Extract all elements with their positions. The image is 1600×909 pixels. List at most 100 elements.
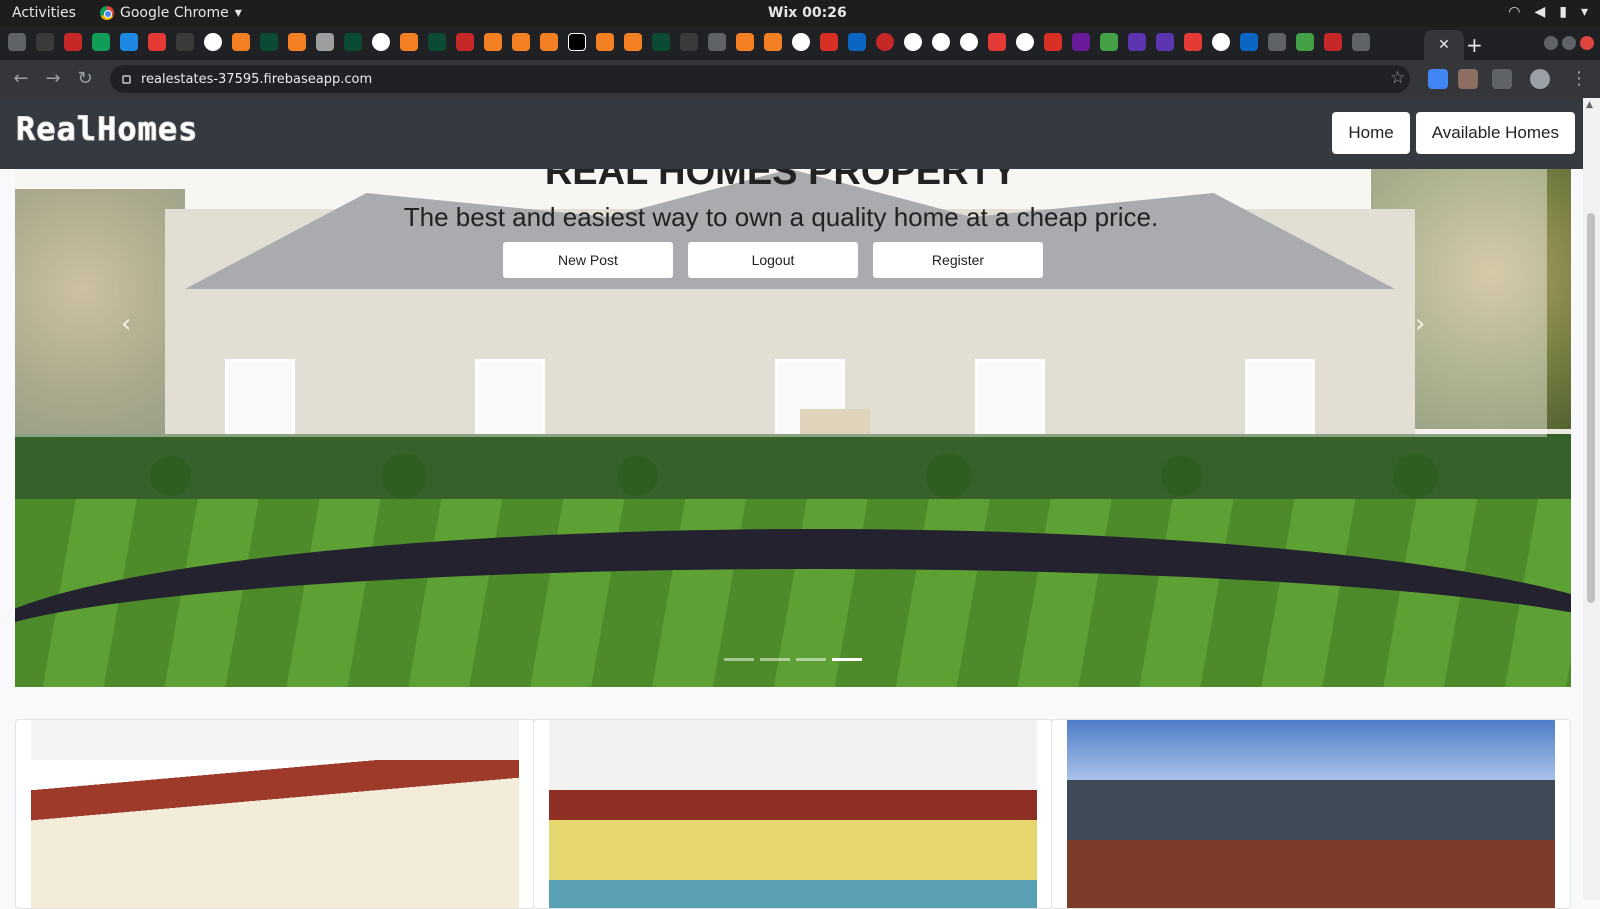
nav-available-homes-link[interactable]: Available Homes [1415, 112, 1575, 154]
back-icon[interactable]: ← [10, 68, 32, 90]
site-logo[interactable]: RealHomes [15, 110, 198, 149]
new-post-button[interactable]: New Post [503, 242, 673, 278]
google-icon[interactable] [1212, 33, 1230, 51]
lock-icon[interactable] [122, 74, 131, 84]
extension-icon[interactable] [1428, 69, 1448, 89]
listing-image [549, 720, 1037, 908]
stackoverflow-icon[interactable] [624, 33, 642, 51]
tab-icon[interactable] [1100, 33, 1118, 51]
stackoverflow-icon[interactable] [512, 33, 530, 51]
active-tab[interactable]: ✕ [1424, 30, 1464, 60]
forward-icon[interactable]: → [42, 68, 64, 90]
listing-image [31, 720, 519, 908]
carousel-next-icon[interactable]: › [1415, 309, 1425, 339]
django-icon[interactable] [652, 33, 670, 51]
nav-home-link[interactable]: Home [1332, 112, 1410, 154]
google-icon[interactable] [204, 33, 222, 51]
close-window-icon[interactable] [1580, 36, 1594, 50]
django-icon[interactable] [428, 33, 446, 51]
stackoverflow-icon[interactable] [288, 33, 306, 51]
listing-image [1067, 720, 1555, 908]
carousel-indicator[interactable] [796, 658, 826, 661]
carousel-indicator[interactable] [724, 658, 754, 661]
google-icon[interactable] [904, 33, 922, 51]
activities-button[interactable]: Activities [12, 5, 76, 21]
clock[interactable]: Wix 00:26 [768, 5, 847, 21]
tab-icon[interactable] [988, 33, 1006, 51]
google-icon[interactable] [932, 33, 950, 51]
carousel-indicator[interactable] [832, 658, 862, 661]
carousel-indicator[interactable] [760, 658, 790, 661]
app-name: Google Chrome [120, 5, 229, 21]
github-icon[interactable] [1352, 33, 1370, 51]
profile-avatar[interactable] [1530, 69, 1550, 89]
logout-button[interactable]: Logout [688, 242, 858, 278]
hero-subtitle: The best and easiest way to own a qualit… [403, 202, 1159, 232]
tab-icon[interactable] [36, 33, 54, 51]
new-tab-button[interactable]: + [1466, 33, 1483, 57]
pinned-tabs [8, 33, 1370, 51]
menu-kebab-icon[interactable]: ⋮ [1568, 68, 1590, 90]
stackoverflow-icon[interactable] [484, 33, 502, 51]
tab-icon[interactable] [92, 33, 110, 51]
stackoverflow-icon[interactable] [232, 33, 250, 51]
tab-icon[interactable] [1128, 33, 1146, 51]
tab-strip: ✕ + [0, 27, 1600, 60]
google-icon[interactable] [372, 33, 390, 51]
tab-icon[interactable] [1296, 33, 1314, 51]
stackoverflow-icon[interactable] [596, 33, 614, 51]
chrome-icon [100, 6, 114, 20]
google-icon[interactable] [792, 33, 810, 51]
gmail-icon[interactable] [820, 33, 838, 51]
google-icon[interactable] [960, 33, 978, 51]
listing-card[interactable] [15, 719, 535, 909]
tab-icon[interactable] [1156, 33, 1174, 51]
scroll-up-icon[interactable]: ▲ [1586, 100, 1593, 110]
stackoverflow-icon[interactable] [736, 33, 754, 51]
github-icon[interactable] [1268, 33, 1286, 51]
linkedin-icon[interactable] [848, 33, 866, 51]
listing-card[interactable] [533, 719, 1053, 909]
tab-icon[interactable] [64, 33, 82, 51]
github-icon[interactable] [8, 33, 26, 51]
linkedin-icon[interactable] [1240, 33, 1258, 51]
google-icon[interactable] [1016, 33, 1034, 51]
stackoverflow-icon[interactable] [540, 33, 558, 51]
tab-icon[interactable] [176, 33, 194, 51]
django-icon[interactable] [344, 33, 362, 51]
system-tray[interactable]: ◠ ◀ ▮ ▾ [1508, 4, 1588, 20]
minimize-icon[interactable] [1544, 36, 1558, 50]
hero-shrubs [15, 434, 1571, 504]
register-button[interactable]: Register [873, 242, 1043, 278]
app-menu[interactable]: Google Chrome ▾ [100, 5, 242, 21]
stackoverflow-icon[interactable] [400, 33, 418, 51]
tab-icon[interactable] [876, 33, 894, 51]
stackoverflow-icon[interactable] [764, 33, 782, 51]
hero-caption: REAL HOMES PROPERTY The best and easiest… [15, 169, 1547, 437]
gmail-icon[interactable] [1044, 33, 1062, 51]
page-scrollbar[interactable]: ▲ [1583, 98, 1600, 900]
tab-icon[interactable] [568, 33, 586, 51]
tab-icon[interactable] [1072, 33, 1090, 51]
volume-icon: ◀ [1534, 4, 1546, 20]
close-tab-icon[interactable]: ✕ [1438, 37, 1450, 53]
extension-icon[interactable] [1492, 69, 1512, 89]
maximize-icon[interactable] [1562, 36, 1576, 50]
tab-icon[interactable] [120, 33, 138, 51]
address-bar[interactable]: realestates-37595.firebaseapp.com [110, 65, 1410, 93]
tab-icon[interactable] [316, 33, 334, 51]
django-icon[interactable] [260, 33, 278, 51]
youtube-icon[interactable] [148, 33, 166, 51]
quora-icon[interactable] [456, 33, 474, 51]
scroll-thumb[interactable] [1587, 213, 1595, 603]
tab-icon[interactable] [680, 33, 698, 51]
extension-icon[interactable] [1458, 69, 1478, 89]
star-icon[interactable]: ☆ [1390, 68, 1405, 88]
listing-card[interactable] [1051, 719, 1571, 909]
tab-icon[interactable] [708, 33, 726, 51]
quora-icon[interactable] [1324, 33, 1342, 51]
reload-icon[interactable]: ↻ [74, 68, 96, 90]
site-navbar: RealHomes Home Available Homes [0, 98, 1583, 169]
youtube-icon[interactable] [1184, 33, 1202, 51]
carousel-prev-icon[interactable]: ‹ [121, 309, 131, 339]
